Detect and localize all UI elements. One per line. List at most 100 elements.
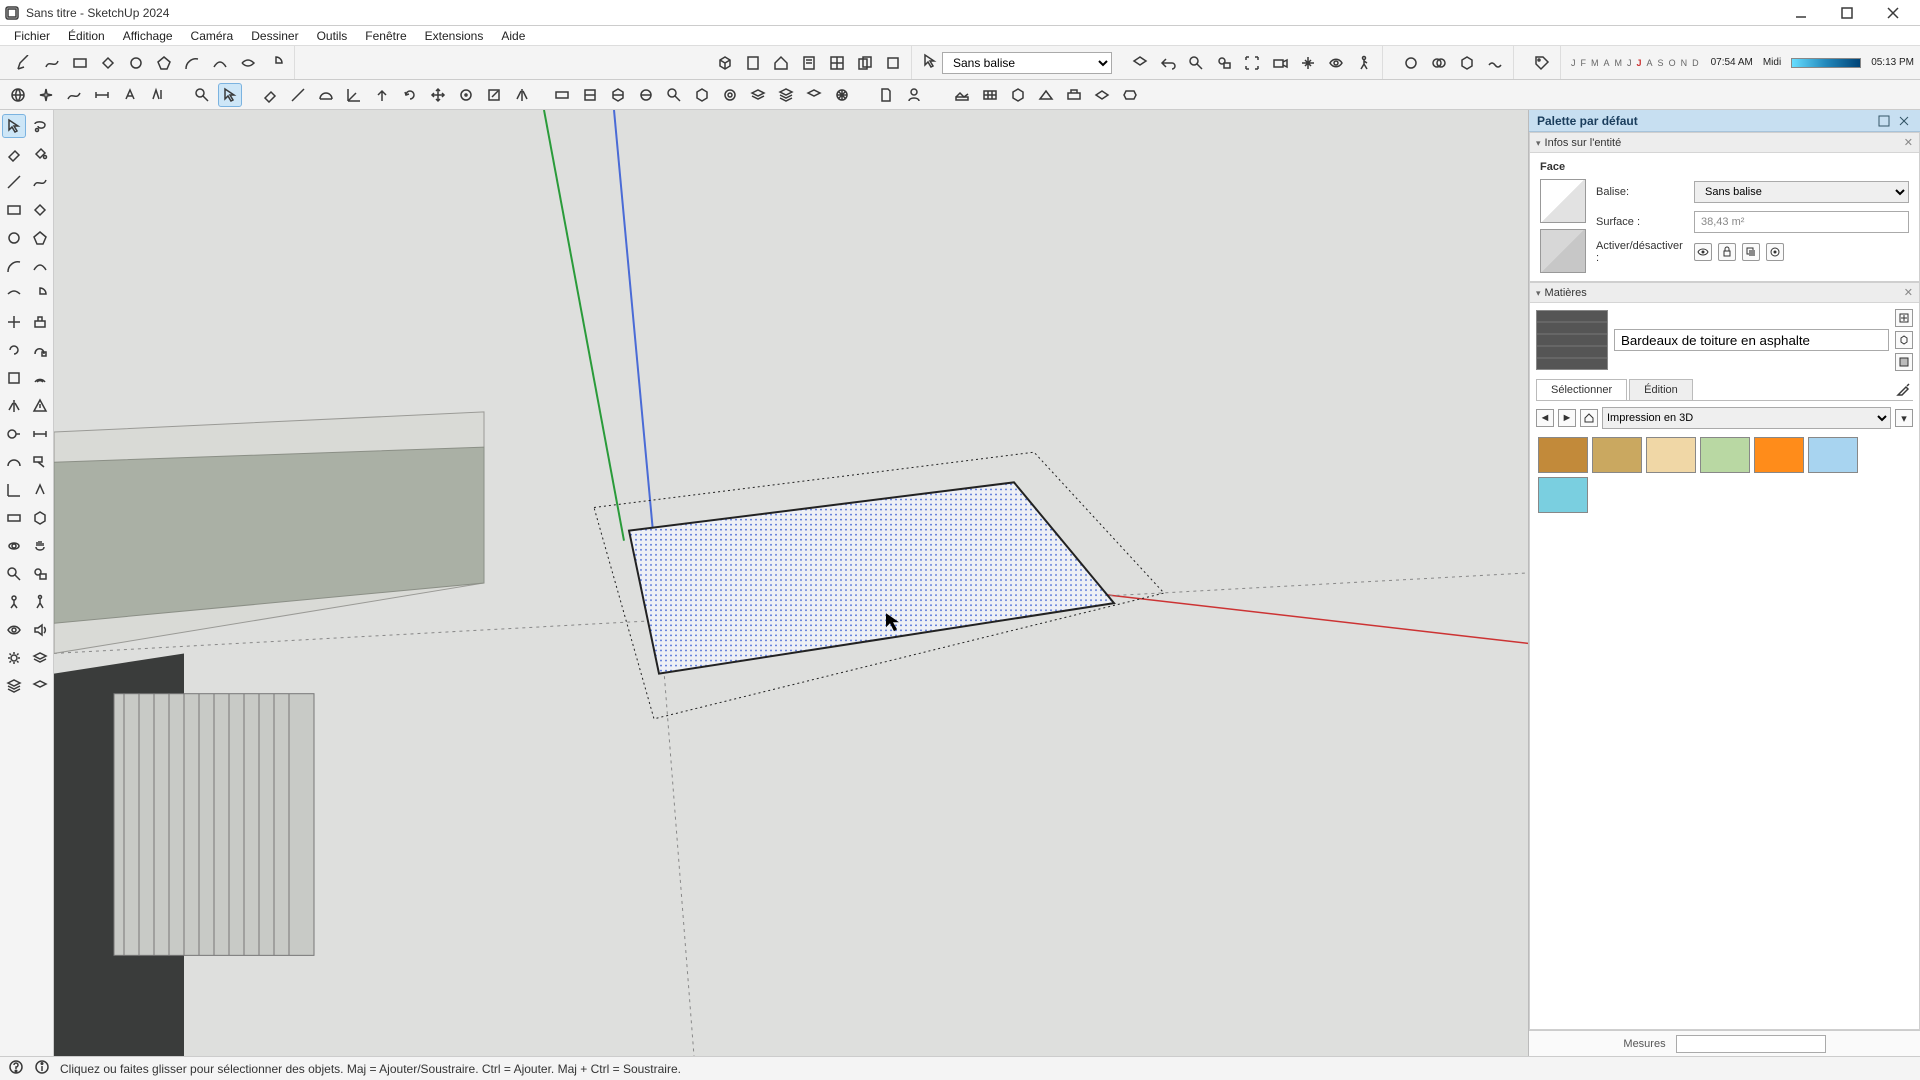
toggle-shadow-icon[interactable] xyxy=(1742,243,1760,261)
path-icon[interactable] xyxy=(62,83,86,107)
layers5-icon[interactable] xyxy=(2,674,26,698)
user-icon[interactable] xyxy=(902,83,926,107)
menu-camera[interactable]: Caméra xyxy=(183,27,242,45)
text3d-icon[interactable] xyxy=(146,83,170,107)
section-display-icon[interactable] xyxy=(578,83,602,107)
doc-icon[interactable] xyxy=(874,83,898,107)
menu-fenetre[interactable]: Fenêtre xyxy=(357,27,414,45)
measures-field-tray[interactable] xyxy=(1676,1035,1826,1053)
mirror2-icon[interactable] xyxy=(2,394,26,418)
component-icon[interactable] xyxy=(690,83,714,107)
mirror-icon[interactable] xyxy=(510,83,534,107)
lib-home-icon[interactable] xyxy=(1580,409,1598,427)
default-material-icon[interactable] xyxy=(1895,331,1913,349)
pushpull-icon[interactable] xyxy=(28,310,52,334)
maximize-button[interactable] xyxy=(1824,0,1870,26)
rect2-icon[interactable] xyxy=(2,198,26,222)
outliner-icon[interactable] xyxy=(718,83,742,107)
section-fill-icon[interactable] xyxy=(634,83,658,107)
copy-icon[interactable] xyxy=(853,51,877,75)
scale-box-icon[interactable] xyxy=(482,83,506,107)
menu-edition[interactable]: Édition xyxy=(60,27,113,45)
iso-icon[interactable] xyxy=(1128,51,1152,75)
camera-icon[interactable] xyxy=(1268,51,1292,75)
text-icon[interactable] xyxy=(118,83,142,107)
layers1-icon[interactable] xyxy=(746,83,770,107)
swatch-4[interactable] xyxy=(1700,437,1750,473)
menu-affichage[interactable]: Affichage xyxy=(115,27,181,45)
zoom-window-icon[interactable] xyxy=(1212,51,1236,75)
gear-icon[interactable] xyxy=(2,646,26,670)
style3-icon[interactable] xyxy=(1455,51,1479,75)
menu-dessiner[interactable]: Dessiner xyxy=(243,27,306,45)
layers4-icon[interactable] xyxy=(28,646,52,670)
arc-c-icon[interactable] xyxy=(2,282,26,306)
layers3-icon[interactable] xyxy=(802,83,826,107)
rotrect2-icon[interactable] xyxy=(28,198,52,222)
tag-icon[interactable] xyxy=(1530,51,1554,75)
polygon2-icon[interactable] xyxy=(28,226,52,250)
create-material-icon[interactable] xyxy=(1895,309,1913,327)
look-around-icon[interactable] xyxy=(2,618,26,642)
lib-fwd-icon[interactable]: ► xyxy=(1558,409,1576,427)
blank-icon[interactable] xyxy=(881,51,905,75)
dimension2-icon[interactable] xyxy=(28,422,52,446)
sandbox6-icon[interactable] xyxy=(1090,83,1114,107)
toggle-visible-icon[interactable] xyxy=(1694,243,1712,261)
zoomext2-icon[interactable] xyxy=(28,562,52,586)
tray-header[interactable]: Palette par défaut xyxy=(1529,110,1920,132)
materials-tab-edit[interactable]: Édition xyxy=(1629,379,1693,400)
text3d2-icon[interactable] xyxy=(28,478,52,502)
swatch-3[interactable] xyxy=(1646,437,1696,473)
select-icon[interactable] xyxy=(2,114,26,138)
eraser-icon[interactable] xyxy=(258,83,282,107)
move-up-icon[interactable] xyxy=(370,83,394,107)
section-cut-icon[interactable] xyxy=(606,83,630,107)
pan2-icon[interactable] xyxy=(28,534,52,558)
position-camera-icon[interactable] xyxy=(2,590,26,614)
pan-icon[interactable] xyxy=(1296,51,1320,75)
dimension-icon[interactable] xyxy=(90,83,114,107)
back-material-icon[interactable] xyxy=(1895,353,1913,371)
protractor-icon[interactable] xyxy=(314,83,338,107)
pencil-icon[interactable] xyxy=(12,51,36,75)
menu-aide[interactable]: Aide xyxy=(493,27,533,45)
polygon-icon[interactable] xyxy=(152,51,176,75)
eraser2-icon[interactable] xyxy=(2,142,26,166)
tag-dropdown[interactable]: Sans balise xyxy=(942,52,1112,74)
grid-icon[interactable] xyxy=(825,51,849,75)
sheet-icon[interactable] xyxy=(797,51,821,75)
page-icon[interactable] xyxy=(741,51,765,75)
close-button[interactable] xyxy=(1870,0,1916,26)
sound-icon[interactable] xyxy=(28,618,52,642)
swatch-2[interactable] xyxy=(1592,437,1642,473)
offset-icon[interactable] xyxy=(28,366,52,390)
pie2-icon[interactable] xyxy=(28,282,52,306)
face-back-preview[interactable] xyxy=(1540,229,1586,273)
help-icon[interactable] xyxy=(8,1059,24,1078)
walk2-icon[interactable] xyxy=(28,590,52,614)
circle2-icon[interactable] xyxy=(2,226,26,250)
viewport-3d[interactable] xyxy=(54,110,1528,1056)
sandbox7-icon[interactable] xyxy=(1118,83,1142,107)
lib-back-icon[interactable]: ◄ xyxy=(1536,409,1554,427)
lib-menu-icon[interactable]: ▾ xyxy=(1895,409,1913,427)
sandbox1-icon[interactable] xyxy=(950,83,974,107)
scale2-icon[interactable] xyxy=(2,366,26,390)
swatch-6[interactable] xyxy=(1808,437,1858,473)
textlabel-icon[interactable] xyxy=(28,450,52,474)
entity-info-header[interactable]: ▾Infos sur l'entité ✕ xyxy=(1530,133,1919,153)
select-tool-icon[interactable] xyxy=(218,83,242,107)
months-strip[interactable]: JFMAMJJASOND xyxy=(1571,58,1701,68)
toggle-receive-icon[interactable] xyxy=(1766,243,1784,261)
protractor2-icon[interactable] xyxy=(2,450,26,474)
zoom2-icon[interactable] xyxy=(190,83,214,107)
freehand-icon[interactable] xyxy=(40,51,64,75)
gear-globe-icon[interactable] xyxy=(830,83,854,107)
menu-fichier[interactable]: Fichier xyxy=(6,27,58,45)
freehand2-icon[interactable] xyxy=(28,170,52,194)
arc2-icon[interactable] xyxy=(208,51,232,75)
line-red-icon[interactable] xyxy=(286,83,310,107)
sandbox5-icon[interactable] xyxy=(1062,83,1086,107)
time-gradient[interactable] xyxy=(1791,58,1861,68)
